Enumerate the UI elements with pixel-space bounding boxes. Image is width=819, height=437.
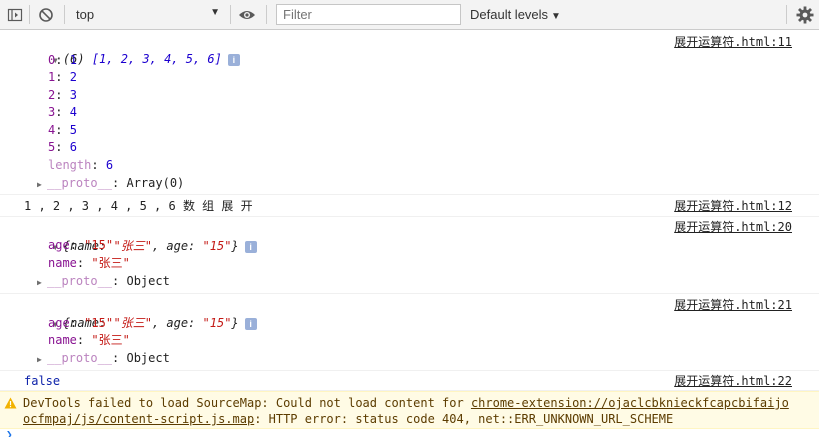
- log-levels-label: Default levels: [470, 7, 549, 22]
- array-length: length: 6: [48, 158, 114, 172]
- toolbar-divider: [230, 5, 231, 24]
- array-preview: [1, 2, 3, 4, 5, 6]: [91, 52, 222, 66]
- array-entry: 0: 1: [48, 53, 77, 67]
- source-link[interactable]: 展开运算符.html:21: [674, 297, 792, 314]
- console-message: ▼ {name: "张三", age: "15"} i 展开运算符.html:21 …: [0, 295, 819, 371]
- log-value: false: [24, 374, 61, 388]
- proto-row[interactable]: ▶ __proto__: Object: [37, 350, 170, 367]
- info-icon[interactable]: i: [244, 317, 257, 330]
- warning-message: DevTools failed to load SourceMap: Could…: [0, 391, 819, 429]
- eye-icon[interactable]: [237, 5, 257, 25]
- chevron-down-icon: ▼: [210, 7, 220, 18]
- source-link[interactable]: 展开运算符.html:22: [674, 373, 792, 390]
- collapsed-triangle-icon[interactable]: ▶: [37, 351, 47, 368]
- object-summary[interactable]: ▼ {name: "张三", age: "15"} i: [24, 221, 257, 253]
- object-property: name: "张三": [48, 333, 130, 347]
- collapsed-triangle-icon[interactable]: ▶: [37, 274, 47, 291]
- context-value: top: [76, 7, 95, 22]
- sourcemap-link[interactable]: chrome-extension://ojaclcbknieckfcapcbif…: [471, 396, 789, 410]
- object-summary[interactable]: ▼ {name: "张三", age: "15"} i: [24, 298, 257, 330]
- settings-gear-icon[interactable]: [795, 5, 815, 25]
- log-levels-dropdown[interactable]: Default levels ▼: [470, 7, 561, 22]
- warning-line: DevTools failed to load SourceMap: Could…: [23, 396, 789, 410]
- toolbar-divider: [29, 5, 30, 24]
- console-prompt-icon[interactable]: ❯: [6, 428, 13, 437]
- warning-triangle-icon: [4, 397, 17, 412]
- object-property: age: "15": [48, 238, 114, 252]
- filter-input[interactable]: [276, 4, 461, 25]
- source-link[interactable]: 展开运算符.html:20: [674, 219, 792, 236]
- sidebar-toggle-icon[interactable]: [5, 5, 25, 25]
- sourcemap-link[interactable]: ocfmpaj/js/content-script.js.map: [23, 412, 254, 426]
- clear-console-icon[interactable]: [36, 5, 56, 25]
- toolbar-divider: [64, 5, 65, 24]
- array-summary[interactable]: ▼ (6) [1, 2, 3, 4, 5, 6] i: [24, 34, 240, 66]
- source-link[interactable]: 展开运算符.html:12: [674, 198, 792, 215]
- warning-line: ocfmpaj/js/content-script.js.map: HTTP e…: [23, 412, 674, 426]
- console-message: 1 , 2 , 3 , 4 , 5 , 6 数 组 展 开 展开运算符.html…: [0, 196, 819, 217]
- array-entry: 3: 4: [48, 105, 77, 119]
- info-icon[interactable]: i: [244, 240, 257, 253]
- object-property: age: "15": [48, 316, 114, 330]
- source-link[interactable]: 展开运算符.html:11: [674, 34, 792, 51]
- console-message: ▼ {name: "张三", age: "15"} i 展开运算符.html:20 …: [0, 218, 819, 294]
- array-entry: 5: 6: [48, 140, 77, 154]
- log-text: 1 , 2 , 3 , 4 , 5 , 6 数 组 展 开: [24, 199, 253, 213]
- array-entry: 4: 5: [48, 123, 77, 137]
- proto-row[interactable]: ▶ __proto__: Object: [37, 273, 170, 290]
- array-entry: 1: 2: [48, 70, 77, 84]
- toolbar-divider: [786, 5, 787, 24]
- object-property: name: "张三": [48, 256, 130, 270]
- context-selector[interactable]: top ▼: [72, 4, 224, 25]
- array-entry: 2: 3: [48, 88, 77, 102]
- info-icon[interactable]: i: [227, 53, 240, 66]
- proto-row[interactable]: ▶ __proto__: Array(0): [37, 175, 184, 192]
- collapsed-triangle-icon[interactable]: ▶: [37, 176, 47, 193]
- console-toolbar: top ▼ Default levels▼: [0, 0, 819, 30]
- console-message: false 展开运算符.html:22: [0, 372, 819, 391]
- chevron-down-icon: ▼: [551, 11, 561, 22]
- toolbar-divider: [266, 5, 267, 24]
- console-message: ▼ (6) [1, 2, 3, 4, 5, 6] i 展开运算符.html:11 0…: [0, 33, 819, 195]
